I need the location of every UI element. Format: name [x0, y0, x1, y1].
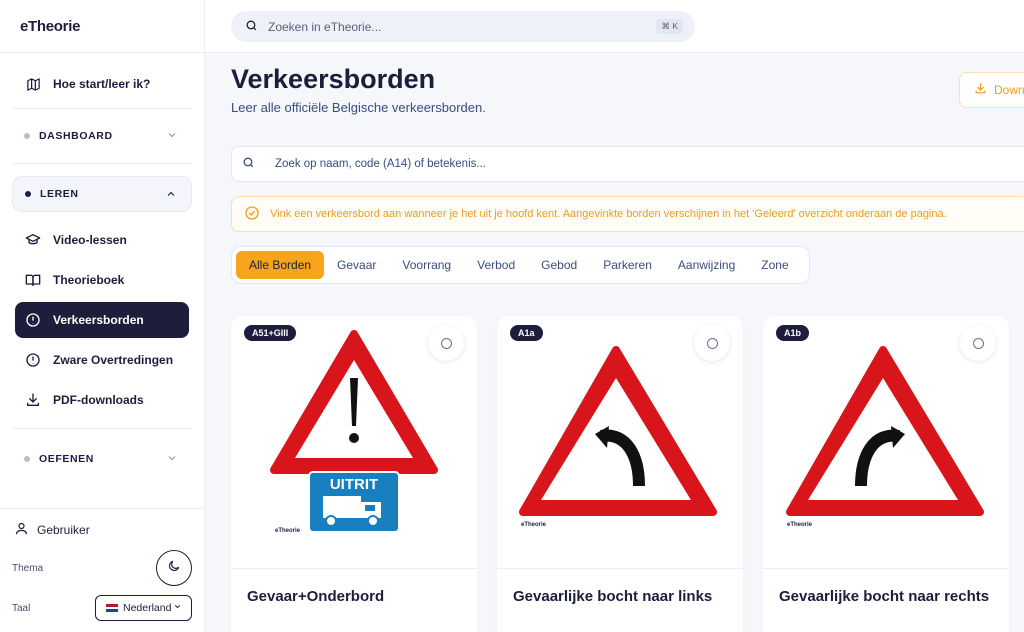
sidebar-item-video-lessen[interactable]: Video-lessen: [15, 222, 189, 258]
chevron-down-icon: [166, 452, 178, 467]
check-circle-icon: [244, 205, 260, 224]
download-button[interactable]: Down: [959, 72, 1024, 108]
notice-text: Vink een verkeersbord aan wanneer je het…: [270, 208, 947, 220]
language-value: Nederland: [123, 602, 172, 614]
bullet-icon: [24, 133, 30, 139]
sign-code-badge: A1a: [510, 325, 543, 341]
sidebar-item-zware-overtredingen[interactable]: Zware Overtredingen: [15, 342, 189, 378]
user-menu[interactable]: Gebruiker: [14, 521, 90, 539]
sign-card[interactable]: UITRIT eTheorie A51+GIII Gevaar+Onderbor…: [231, 316, 477, 632]
sign-title: Gevaarlijke bocht naar rechts: [779, 588, 990, 605]
sidebar-item-label: PDF-downloads: [53, 393, 144, 407]
sidebar-item-label: Hoe start/leer ik?: [53, 77, 151, 91]
filter-aanwijzing[interactable]: Aanwijzing: [665, 251, 748, 279]
radio-circle-icon: [440, 337, 452, 349]
radio-circle-icon: [972, 337, 984, 349]
shortcut-badge: ⌘ K: [656, 19, 683, 34]
sign-title: Gevaarlijke bocht naar links: [513, 588, 713, 605]
card-footer: Gevaar+Onderbord: [231, 568, 477, 632]
filter-zone[interactable]: Zone: [748, 251, 801, 279]
bullet-icon: [24, 456, 30, 462]
group-label: DASHBOARD: [39, 130, 113, 142]
chevron-up-icon: [165, 188, 177, 203]
bullet-icon: [25, 191, 31, 197]
search-icon: [245, 19, 258, 35]
info-notice: Vink een verkeersbord aan wanneer je het…: [231, 196, 1024, 232]
sidebar-item-label: Video-lessen: [53, 233, 127, 247]
watermark: eTheorie: [275, 528, 301, 534]
top-bar: Zoeken in eTheorie... ⌘ K: [205, 0, 1024, 53]
group-label: LEREN: [40, 188, 79, 200]
flag-nl-icon: [106, 604, 118, 613]
divider: [12, 163, 192, 164]
group-oefenen[interactable]: OEFENEN: [12, 441, 192, 477]
divider: [0, 52, 205, 53]
card-footer: Gevaarlijke bocht naar rechts: [763, 568, 1009, 632]
divider: [12, 108, 192, 109]
sidebar-item-theorieboek[interactable]: Theorieboek: [15, 262, 189, 298]
sign-title: Gevaar+Onderbord: [247, 588, 385, 605]
language-select[interactable]: Nederland: [95, 595, 192, 621]
filter-parkeren[interactable]: Parkeren: [590, 251, 665, 279]
download-icon: [974, 82, 987, 98]
group-leren[interactable]: LEREN: [12, 176, 192, 212]
filter-tabs: Alle Borden Gevaar Voorrang Verbod Gebod…: [231, 246, 810, 284]
watermark: eTheorie: [787, 522, 813, 528]
learned-checkbox[interactable]: [428, 325, 464, 361]
sidebar-item-label: Zware Overtredingen: [53, 353, 174, 367]
theme-label: Thema: [12, 563, 44, 574]
alert-circle-icon: [25, 312, 41, 328]
chevron-down-icon: [166, 129, 178, 144]
user-icon: [14, 521, 29, 539]
page-subtitle: Leer alle officiële Belgische verkeersbo…: [231, 100, 486, 115]
sign-search-input[interactable]: Zoek op naam, code (A14) of betekenis...: [231, 146, 1024, 182]
sidebar-item-how-to[interactable]: Hoe start/leer ik?: [15, 66, 189, 102]
learned-checkbox[interactable]: [694, 325, 730, 361]
card-footer: Gevaarlijke bocht naar links: [497, 568, 743, 632]
divider: [12, 428, 192, 429]
sidebar: eTheorie Hoe start/leer ik? DASHBOARD LE…: [0, 0, 205, 632]
search-placeholder: Zoek op naam, code (A14) of betekenis...: [275, 158, 486, 170]
sign-code-badge: A1b: [776, 325, 810, 341]
watermark: eTheorie: [521, 522, 547, 528]
filter-alle-borden[interactable]: Alle Borden: [236, 251, 325, 279]
filter-gebod[interactable]: Gebod: [528, 251, 590, 279]
download-label: Down: [994, 83, 1024, 97]
chevron-down-icon: [173, 602, 182, 614]
search-placeholder: Zoeken in eTheorie...: [268, 19, 382, 34]
learned-checkbox[interactable]: [960, 325, 996, 361]
sidebar-item-verkeersborden[interactable]: Verkeersborden: [15, 302, 189, 338]
sign-code-badge: A51+GIII: [244, 325, 297, 341]
sub-sign-text: UITRIT: [329, 476, 379, 493]
book-icon: [25, 272, 41, 288]
filter-voorrang[interactable]: Voorrang: [389, 251, 464, 279]
group-label: OEFENEN: [39, 453, 94, 465]
group-dashboard[interactable]: DASHBOARD: [12, 118, 192, 154]
radio-circle-icon: [706, 337, 718, 349]
filter-verbod[interactable]: Verbod: [464, 251, 528, 279]
sidebar-item-label: Verkeersborden: [53, 313, 144, 327]
user-name: Gebruiker: [37, 523, 90, 537]
map-icon: [25, 76, 41, 92]
global-search-input[interactable]: Zoeken in eTheorie... ⌘ K: [231, 11, 695, 42]
graduation-cap-icon: [25, 232, 41, 248]
filter-gevaar[interactable]: Gevaar: [324, 251, 389, 279]
language-label: Taal: [12, 603, 31, 614]
logo[interactable]: eTheorie: [20, 18, 80, 35]
page-title: Verkeersborden: [231, 64, 436, 94]
sidebar-item-label: Theorieboek: [53, 273, 125, 287]
sign-card[interactable]: eTheorie A1a Gevaarlijke bocht naar link…: [497, 316, 743, 632]
download-icon: [25, 392, 41, 408]
sign-card[interactable]: eTheorie A1b Gevaarlijke bocht naar rech…: [763, 316, 1009, 632]
theme-toggle-button[interactable]: [156, 550, 192, 586]
divider: [0, 508, 205, 509]
alert-circle-icon: [25, 352, 41, 368]
moon-icon: [167, 559, 181, 578]
sidebar-item-pdf-downloads[interactable]: PDF-downloads: [15, 382, 189, 418]
search-icon: [242, 156, 255, 172]
